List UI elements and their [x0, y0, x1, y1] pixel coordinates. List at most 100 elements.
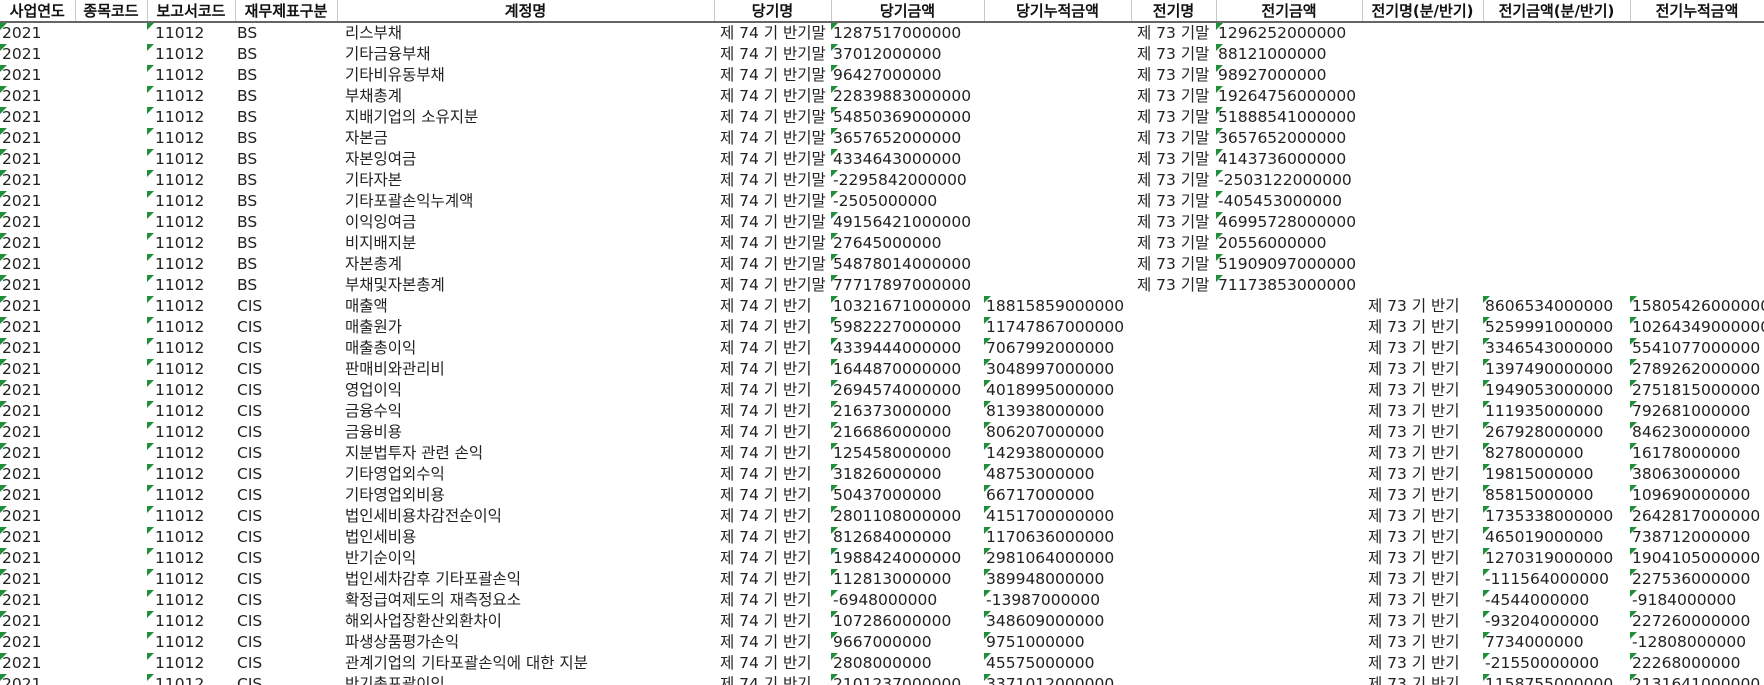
- table-cell[interactable]: 11012: [147, 443, 235, 464]
- table-cell[interactable]: [1362, 233, 1483, 254]
- column-header[interactable]: 전기누적금액: [1630, 0, 1764, 23]
- table-cell[interactable]: 11012: [147, 170, 235, 191]
- table-cell[interactable]: 11012: [147, 674, 235, 685]
- table-cell[interactable]: 77717897000000: [831, 275, 984, 296]
- table-cell[interactable]: 제 73 기 반기: [1362, 548, 1483, 569]
- table-cell[interactable]: 제 74 기 반기: [714, 338, 831, 359]
- table-cell[interactable]: CIS: [235, 317, 337, 338]
- table-cell[interactable]: [1131, 401, 1216, 422]
- table-cell[interactable]: [1483, 275, 1630, 296]
- table-cell[interactable]: [75, 506, 147, 527]
- table-cell[interactable]: [1131, 485, 1216, 506]
- table-cell[interactable]: 2021: [0, 149, 75, 170]
- table-cell[interactable]: [1216, 338, 1362, 359]
- table-cell[interactable]: 38063000000: [1630, 464, 1764, 485]
- table-cell[interactable]: [1216, 359, 1362, 380]
- table-cell[interactable]: 영업이익: [337, 380, 714, 401]
- table-cell[interactable]: [75, 296, 147, 317]
- table-cell[interactable]: [1362, 86, 1483, 107]
- table-cell[interactable]: 기타자본: [337, 170, 714, 191]
- table-cell[interactable]: BS: [235, 191, 337, 212]
- table-cell[interactable]: 제 73 기 반기: [1362, 611, 1483, 632]
- table-cell[interactable]: [1131, 569, 1216, 590]
- table-cell[interactable]: [984, 170, 1131, 191]
- table-cell[interactable]: [75, 86, 147, 107]
- table-cell[interactable]: 제 74 기 반기: [714, 401, 831, 422]
- table-cell[interactable]: 제 73 기말: [1131, 86, 1216, 107]
- table-cell[interactable]: 제 74 기 반기말: [714, 254, 831, 275]
- table-cell[interactable]: [1216, 632, 1362, 653]
- table-cell[interactable]: 제 73 기말: [1131, 191, 1216, 212]
- table-cell[interactable]: 2021: [0, 233, 75, 254]
- table-cell[interactable]: 37012000000: [831, 44, 984, 65]
- table-cell[interactable]: 2021: [0, 86, 75, 107]
- table-cell[interactable]: 11012: [147, 149, 235, 170]
- table-cell[interactable]: 2021: [0, 191, 75, 212]
- table-cell[interactable]: [1216, 296, 1362, 317]
- table-cell[interactable]: 제 74 기 반기: [714, 422, 831, 443]
- table-cell[interactable]: 2021: [0, 254, 75, 275]
- table-cell[interactable]: 1170636000000: [984, 527, 1131, 548]
- table-cell[interactable]: 1296252000000: [1216, 22, 1362, 44]
- table-cell[interactable]: 지배기업의 소유지분: [337, 107, 714, 128]
- table-cell[interactable]: 738712000000: [1630, 527, 1764, 548]
- table-cell[interactable]: 11012: [147, 191, 235, 212]
- table-cell[interactable]: 매출액: [337, 296, 714, 317]
- table-cell[interactable]: 20556000000: [1216, 233, 1362, 254]
- table-cell[interactable]: 제 74 기 반기: [714, 527, 831, 548]
- table-cell[interactable]: [75, 632, 147, 653]
- table-cell[interactable]: BS: [235, 86, 337, 107]
- table-cell[interactable]: 법인세비용: [337, 527, 714, 548]
- table-cell[interactable]: [75, 464, 147, 485]
- table-cell[interactable]: 11012: [147, 590, 235, 611]
- table-cell[interactable]: BS: [235, 65, 337, 86]
- table-cell[interactable]: 7734000000: [1483, 632, 1630, 653]
- table-cell[interactable]: [984, 191, 1131, 212]
- table-cell[interactable]: 제 73 기말: [1131, 275, 1216, 296]
- table-cell[interactable]: 2021: [0, 674, 75, 685]
- table-cell[interactable]: 22268000000: [1630, 653, 1764, 674]
- column-header[interactable]: 당기명: [714, 0, 832, 23]
- table-cell[interactable]: 제 74 기 반기: [714, 548, 831, 569]
- table-cell[interactable]: [1630, 170, 1764, 191]
- table-cell[interactable]: [75, 548, 147, 569]
- table-cell[interactable]: 2789262000000: [1630, 359, 1764, 380]
- table-cell[interactable]: [1483, 65, 1630, 86]
- table-cell[interactable]: -93204000000: [1483, 611, 1630, 632]
- table-cell[interactable]: [1630, 149, 1764, 170]
- table-cell[interactable]: 7067992000000: [984, 338, 1131, 359]
- table-cell[interactable]: 11012: [147, 527, 235, 548]
- table-cell[interactable]: 109690000000: [1630, 485, 1764, 506]
- table-cell[interactable]: 제 73 기 반기: [1362, 590, 1483, 611]
- table-cell[interactable]: [75, 338, 147, 359]
- table-cell[interactable]: 2021: [0, 464, 75, 485]
- column-header[interactable]: 전기명(분/반기): [1362, 0, 1484, 23]
- table-cell[interactable]: 2021: [0, 422, 75, 443]
- table-cell[interactable]: 2642817000000: [1630, 506, 1764, 527]
- table-cell[interactable]: [1630, 65, 1764, 86]
- table-cell[interactable]: 3657652000000: [831, 128, 984, 149]
- table-cell[interactable]: 기타영업외비용: [337, 485, 714, 506]
- table-cell[interactable]: 관계기업의 기타포괄손익에 대한 지분: [337, 653, 714, 674]
- table-cell[interactable]: 227260000000: [1630, 611, 1764, 632]
- table-cell[interactable]: 제 74 기 반기: [714, 296, 831, 317]
- table-cell[interactable]: 11012: [147, 359, 235, 380]
- table-cell[interactable]: 매출총이익: [337, 338, 714, 359]
- table-cell[interactable]: 자본잉여금: [337, 149, 714, 170]
- table-cell[interactable]: 제 73 기말: [1131, 170, 1216, 191]
- table-cell[interactable]: [1362, 275, 1483, 296]
- table-cell[interactable]: [1216, 506, 1362, 527]
- table-cell[interactable]: [1483, 86, 1630, 107]
- table-cell[interactable]: 8278000000: [1483, 443, 1630, 464]
- table-cell[interactable]: -2505000000: [831, 191, 984, 212]
- table-cell[interactable]: 2021: [0, 611, 75, 632]
- table-cell[interactable]: [984, 254, 1131, 275]
- table-cell[interactable]: 45575000000: [984, 653, 1131, 674]
- table-cell[interactable]: 11012: [147, 65, 235, 86]
- table-cell[interactable]: [1216, 401, 1362, 422]
- table-cell[interactable]: 19815000000: [1483, 464, 1630, 485]
- table-cell[interactable]: 1270319000000: [1483, 548, 1630, 569]
- table-cell[interactable]: 11012: [147, 464, 235, 485]
- table-cell[interactable]: [75, 22, 147, 44]
- table-cell[interactable]: [1362, 22, 1483, 44]
